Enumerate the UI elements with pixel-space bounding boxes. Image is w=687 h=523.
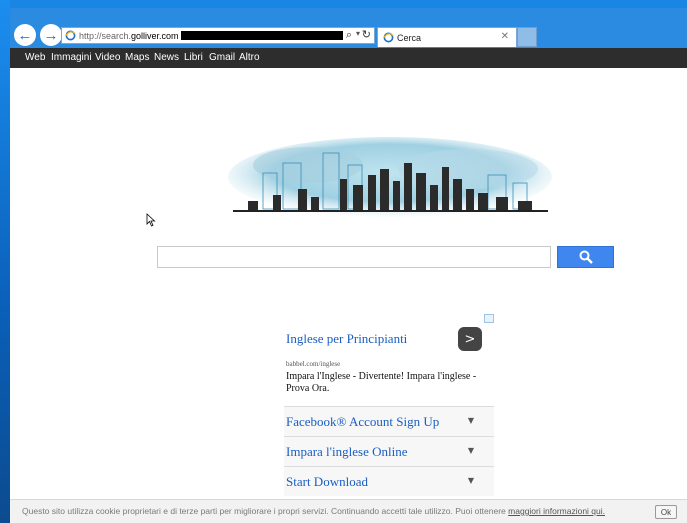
- menu-item-altro[interactable]: Altro: [239, 52, 260, 63]
- menu-item-maps[interactable]: Maps: [125, 52, 149, 63]
- url-host: golliver.com: [131, 30, 179, 41]
- ad-link-row[interactable]: Facebook® Account Sign Up ▼: [284, 406, 494, 436]
- adchoices-icon[interactable]: [484, 314, 494, 323]
- cookie-banner: Questo sito utilizza cookie proprietari …: [10, 499, 687, 523]
- ie-icon: [383, 32, 394, 43]
- new-tab-button[interactable]: [517, 27, 537, 47]
- ad-link-label: Facebook® Account Sign Up: [286, 414, 440, 429]
- cookie-more-link[interactable]: maggiori informazioni qui.: [508, 506, 605, 516]
- address-bar[interactable]: http://search. golliver.com ⌕ ▾ ↻: [61, 27, 375, 44]
- menu-item-gmail[interactable]: Gmail: [209, 52, 235, 63]
- ad-url: babbel.com/inglese: [286, 360, 341, 368]
- ie-icon: [65, 30, 76, 41]
- back-arrow-icon: ←: [17, 26, 33, 44]
- back-button[interactable]: ←: [14, 24, 36, 46]
- tab-cerca[interactable]: Cerca ✕: [377, 27, 517, 47]
- ad-description: Impara l'Inglese - Divertente! Impara l'…: [286, 371, 477, 394]
- search-input[interactable]: [157, 246, 551, 268]
- cookie-text: Questo sito utilizza cookie proprietari …: [22, 506, 605, 516]
- advertisement: Inglese per Principianti > babbel.com/in…: [284, 314, 494, 496]
- menu-item-news[interactable]: News: [154, 52, 179, 63]
- dropdown-icon[interactable]: ▾: [356, 29, 360, 38]
- ad-arrow-button[interactable]: >: [458, 327, 482, 351]
- cookie-ok-button[interactable]: Ok: [655, 505, 677, 519]
- chevron-right-icon: >: [464, 331, 476, 347]
- redaction-bar: [180, 31, 343, 40]
- chevron-down-icon: ▼: [467, 476, 474, 485]
- browser-window: ← → http://search. golliver.com ⌕ ▾ ↻ Cer…: [10, 8, 687, 523]
- search-icon: [579, 250, 593, 264]
- menu-item-libri[interactable]: Libri: [184, 52, 203, 63]
- city-skyline-logo: [228, 137, 552, 217]
- desktop-edge: [0, 0, 10, 523]
- close-icon[interactable]: ✕: [501, 31, 509, 42]
- forward-button[interactable]: →: [40, 24, 62, 46]
- menu-item-video[interactable]: Video: [95, 52, 120, 63]
- forward-arrow-icon: →: [43, 26, 59, 44]
- ad-link-row[interactable]: Impara l'inglese Online ▼: [284, 436, 494, 466]
- menu-item-immagini[interactable]: Immagini: [51, 52, 92, 63]
- desktop-background: [0, 0, 687, 8]
- tab-title: Cerca: [397, 32, 422, 43]
- url-prefix: http://search.: [79, 30, 132, 41]
- ad-title[interactable]: Inglese per Principianti: [286, 331, 407, 347]
- mouse-cursor-icon: [146, 213, 156, 227]
- search-icon[interactable]: ⌕: [346, 29, 352, 42]
- ad-link-label: Start Download: [286, 474, 368, 489]
- browser-toolbar: ← → http://search. golliver.com ⌕ ▾ ↻ Cer…: [10, 8, 687, 48]
- cookie-message: Questo sito utilizza cookie proprietari …: [22, 506, 509, 516]
- search-button[interactable]: [557, 246, 614, 268]
- menu-item-web[interactable]: Web: [25, 52, 45, 63]
- ad-link-label: Impara l'inglese Online: [286, 444, 408, 459]
- chevron-down-icon: ▼: [467, 446, 474, 455]
- refresh-icon[interactable]: ↻: [362, 28, 371, 41]
- chevron-down-icon: ▼: [467, 416, 474, 425]
- google-menubar: Web Immagini Video Maps News Libri Gmail…: [10, 48, 687, 68]
- ad-link-row[interactable]: Start Download ▼: [284, 466, 494, 496]
